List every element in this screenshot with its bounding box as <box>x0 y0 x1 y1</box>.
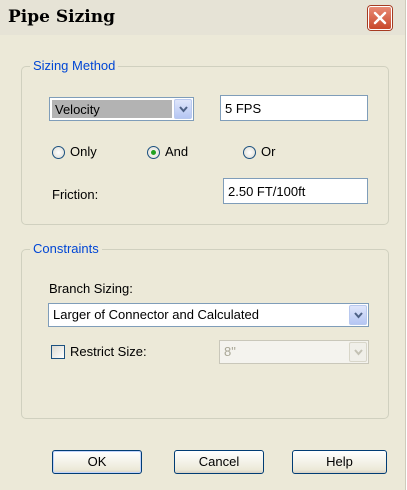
and-label: And <box>165 144 189 159</box>
ok-button[interactable]: OK <box>52 450 142 474</box>
sizing-method-value: Velocity <box>55 102 100 117</box>
or-label: Or <box>261 144 276 159</box>
radio-selected-dot <box>151 150 156 155</box>
cancel-button[interactable]: Cancel <box>174 450 264 474</box>
branch-sizing-label: Branch Sizing: <box>49 281 133 296</box>
title-bar[interactable]: Pipe Sizing <box>0 0 405 35</box>
only-radio[interactable] <box>52 146 65 159</box>
branch-sizing-value: Larger of Connector and Calculated <box>53 307 259 322</box>
or-radio[interactable] <box>243 146 256 159</box>
sizing-method-dropdown-button[interactable] <box>174 99 192 119</box>
close-button[interactable] <box>368 6 392 30</box>
pipe-sizing-dialog: Pipe Sizing Sizing Method Velocity 5 FPS… <box>0 0 406 490</box>
restrict-size-checkbox[interactable] <box>51 345 65 359</box>
constraints-group: Constraints <box>21 241 389 419</box>
restrict-size-label: Restrict Size: <box>70 344 147 359</box>
window-title: Pipe Sizing <box>8 7 115 27</box>
restrict-size-value: 8" <box>224 344 236 359</box>
restrict-size-dropdown-button <box>349 342 367 362</box>
velocity-value: 5 FPS <box>225 101 262 116</box>
help-button[interactable]: Help <box>292 450 387 474</box>
and-radio[interactable] <box>147 146 160 159</box>
branch-sizing-select[interactable]: Larger of Connector and Calculated <box>48 303 369 327</box>
branch-sizing-dropdown-button[interactable] <box>349 305 367 325</box>
sizing-method-select[interactable]: Velocity <box>49 97 194 121</box>
sizing-method-group-label: Sizing Method <box>30 58 119 73</box>
friction-input[interactable]: 2.50 FT/100ft <box>223 178 368 204</box>
constraints-group-label: Constraints <box>30 241 102 256</box>
velocity-input[interactable]: 5 FPS <box>220 95 368 121</box>
friction-label: Friction: <box>52 187 99 202</box>
only-label: Only <box>70 144 97 159</box>
restrict-size-select: 8" <box>219 340 369 364</box>
friction-value: 2.50 FT/100ft <box>228 184 306 199</box>
